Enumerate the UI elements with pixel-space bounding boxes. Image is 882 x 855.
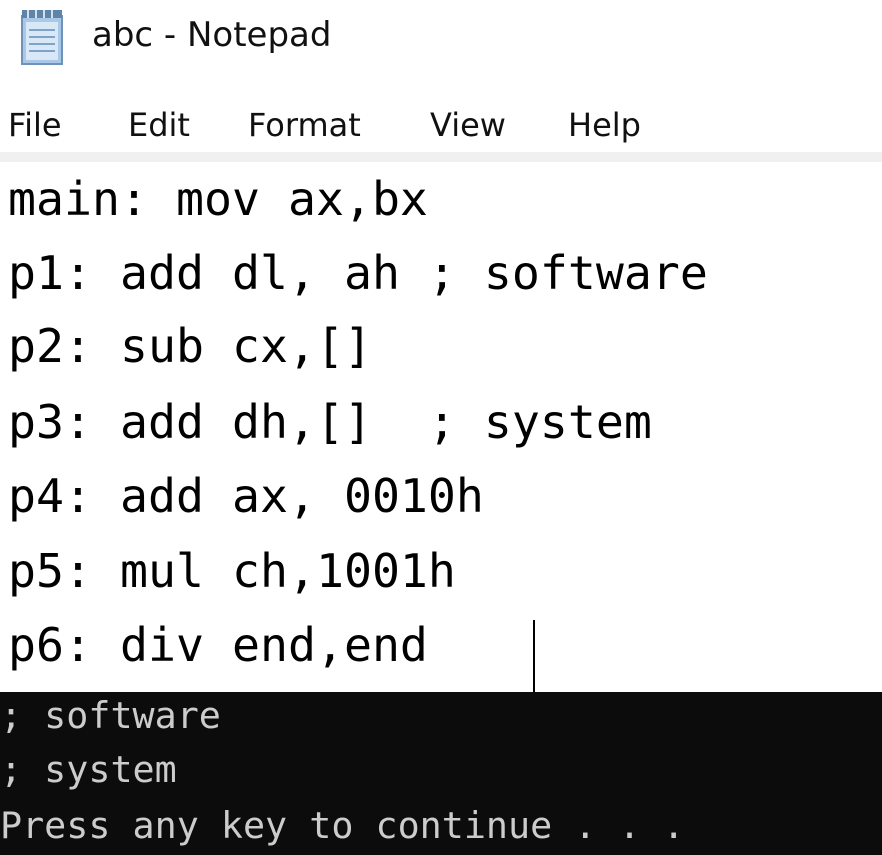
editor-line: p3: add dh,[] ; system xyxy=(8,395,652,449)
editor-line: p6: div end,end xyxy=(8,618,428,672)
editor-line: p4: add ax, 0010h xyxy=(8,469,484,523)
editor-line: p2: sub cx,[] xyxy=(8,319,372,373)
editor-line: main: mov ax,bx xyxy=(8,172,428,226)
window-title: abc - Notepad xyxy=(92,15,332,55)
menu-format[interactable]: Format xyxy=(248,102,361,148)
menu-divider xyxy=(0,152,882,162)
console-line: ; system xyxy=(0,748,177,791)
console-line: ; software xyxy=(0,694,221,737)
console-window[interactable]: ; software ; system Press any key to con… xyxy=(0,692,882,855)
menu-bar: File Edit Format View Help xyxy=(0,96,882,152)
menu-file[interactable]: File xyxy=(8,102,62,148)
menu-edit[interactable]: Edit xyxy=(128,102,190,148)
text-caret xyxy=(533,620,535,692)
notepad-icon xyxy=(21,10,63,65)
title-bar[interactable]: abc - Notepad xyxy=(0,0,882,88)
menu-view[interactable]: View xyxy=(430,102,506,148)
text-editor[interactable]: main: mov ax,bx p1: add dl, ah ; softwar… xyxy=(0,162,882,692)
editor-line: p1: add dl, ah ; software xyxy=(8,246,708,300)
menu-help[interactable]: Help xyxy=(568,102,641,148)
console-line: Press any key to continue . . . xyxy=(0,804,685,847)
editor-line: p5: mul ch,1001h xyxy=(8,544,456,598)
